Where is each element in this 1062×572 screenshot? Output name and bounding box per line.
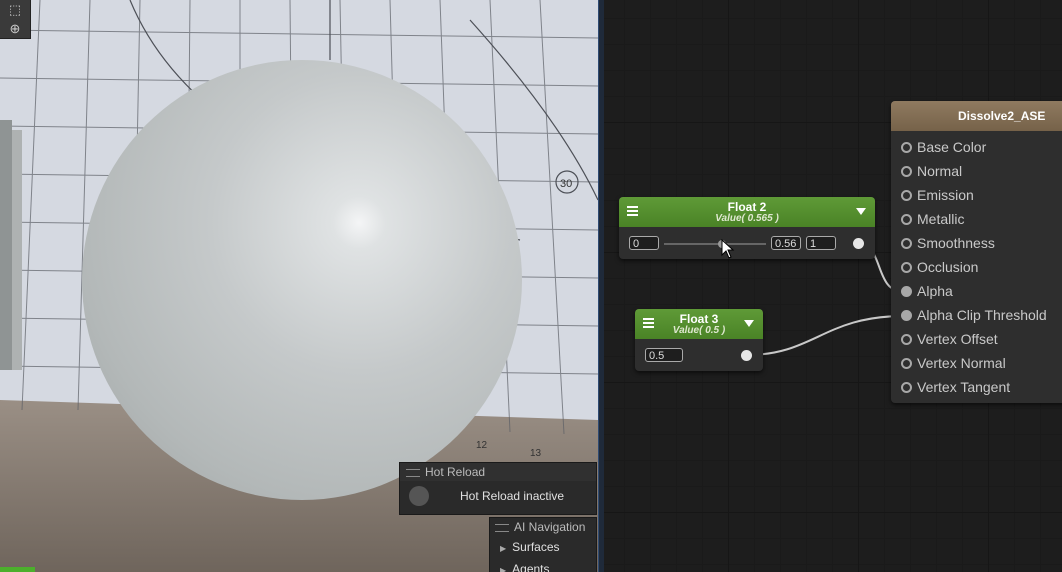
- port-alpha-clip-threshold[interactable]: Alpha Clip Threshold: [891, 303, 1062, 327]
- input-pin-icon[interactable]: [901, 262, 912, 273]
- ai-navigation-header[interactable]: AI Navigation: [490, 518, 596, 536]
- progress-bar: [0, 567, 35, 572]
- float2-slider-track[interactable]: [664, 243, 766, 245]
- input-pin-icon[interactable]: [901, 238, 912, 249]
- port-label: Emission: [917, 187, 974, 203]
- float2-value-field[interactable]: 0.56: [771, 236, 801, 250]
- ai-navigation-overlay: AI Navigation ▶ Surfaces ▶ Agents: [489, 517, 597, 572]
- float2-title: Float 2: [727, 200, 767, 214]
- port-alpha[interactable]: Alpha: [891, 279, 1062, 303]
- grip-icon: [406, 468, 420, 477]
- input-pin-icon[interactable]: [901, 166, 912, 177]
- hot-reload-title: Hot Reload: [425, 465, 486, 479]
- hot-reload-overlay: Hot Reload Hot Reload inactive: [399, 462, 597, 515]
- port-label: Occlusion: [917, 259, 979, 275]
- float3-value-field[interactable]: 0.5: [645, 348, 683, 362]
- float2-max-field[interactable]: 1: [806, 236, 836, 250]
- ai-nav-item-surfaces[interactable]: ▶ Surfaces: [490, 536, 596, 558]
- port-base-color[interactable]: Base Color: [891, 135, 1062, 159]
- port-smoothness[interactable]: Smoothness: [891, 231, 1062, 255]
- input-pin-icon[interactable]: [901, 142, 912, 153]
- rect-select-icon[interactable]: ⬚: [0, 0, 30, 19]
- port-vertex-normal[interactable]: Vertex Normal: [891, 351, 1062, 375]
- overlay-number-13: 13: [530, 448, 542, 459]
- expand-triangle-icon: ▶: [500, 566, 507, 572]
- hamburger-menu-icon[interactable]: [627, 206, 638, 216]
- overlay-number-12: 12: [476, 440, 488, 451]
- port-label: Alpha Clip Threshold: [917, 307, 1047, 323]
- port-label: Alpha: [917, 283, 953, 299]
- input-pin-icon[interactable]: [901, 382, 912, 393]
- collapse-arrow-icon[interactable]: [744, 320, 754, 327]
- input-pin-icon[interactable]: [901, 214, 912, 225]
- float2-node[interactable]: Float 2 Value( 0.565 ) 0 0.56 1: [619, 197, 875, 259]
- port-normal[interactable]: Normal: [891, 159, 1062, 183]
- float2-node-header[interactable]: Float 2 Value( 0.565 ): [619, 197, 875, 227]
- port-vertex-offset[interactable]: Vertex Offset: [891, 327, 1062, 351]
- ai-nav-item-agents[interactable]: ▶ Agents: [490, 558, 596, 572]
- scene-tool-strip: ⬚ ⊕: [0, 0, 31, 39]
- master-node-title[interactable]: Dissolve2_ASE: [891, 101, 1062, 131]
- port-label: Vertex Tangent: [917, 379, 1011, 395]
- input-pin-icon[interactable]: [901, 190, 912, 201]
- float3-node[interactable]: Float 3 Value( 0.5 ) 0.5: [635, 309, 763, 371]
- input-pin-icon[interactable]: [901, 358, 912, 369]
- float2-min-field[interactable]: 0: [629, 236, 659, 250]
- hamburger-menu-icon[interactable]: [643, 318, 654, 328]
- collapse-arrow-icon[interactable]: [856, 208, 866, 215]
- float3-node-header[interactable]: Float 3 Value( 0.5 ): [635, 309, 763, 339]
- expand-triangle-icon: ▶: [500, 544, 507, 553]
- input-pin-icon[interactable]: [901, 310, 912, 321]
- port-label: Base Color: [917, 139, 987, 155]
- mouse-cursor-icon: [721, 239, 735, 259]
- port-label: Vertex Offset: [917, 331, 998, 347]
- grid-snap-icon[interactable]: ⊕: [0, 19, 30, 38]
- port-emission[interactable]: Emission: [891, 183, 1062, 207]
- port-vertex-tangent[interactable]: Vertex Tangent: [891, 375, 1062, 399]
- hot-reload-status: Hot Reload inactive: [460, 489, 565, 503]
- port-label: Smoothness: [917, 235, 995, 251]
- grip-icon: [495, 523, 509, 532]
- ai-nav-item-label: Agents: [512, 562, 550, 572]
- ai-nav-item-label: Surfaces: [512, 540, 560, 554]
- port-label: Normal: [917, 163, 963, 179]
- float3-output-pin[interactable]: [741, 350, 752, 361]
- sphere-object[interactable]: [82, 60, 522, 500]
- input-pin-icon[interactable]: [901, 334, 912, 345]
- ai-navigation-title: AI Navigation: [514, 520, 586, 534]
- master-output-node[interactable]: Dissolve2_ASE Base Color Normal Emission…: [891, 101, 1062, 403]
- overlay-number-30: 30: [560, 178, 572, 190]
- wire-float3-to-alpha-clip: [746, 315, 905, 356]
- scene-viewport[interactable]: 30 12 13 ⬚ ⊕ Hot Reload Hot Reload inact…: [0, 0, 598, 572]
- float2-subtitle: Value( 0.565 ): [715, 213, 779, 224]
- input-pin-icon[interactable]: [901, 286, 912, 297]
- shader-graph-canvas[interactable]: Float 2 Value( 0.565 ) 0 0.56 1 Float 3 …: [604, 0, 1062, 572]
- port-occlusion[interactable]: Occlusion: [891, 255, 1062, 279]
- float2-output-pin[interactable]: [853, 238, 864, 249]
- port-label: Vertex Normal: [917, 355, 1006, 371]
- port-label: Metallic: [917, 211, 965, 227]
- status-indicator-icon: [409, 486, 429, 506]
- port-metallic[interactable]: Metallic: [891, 207, 1062, 231]
- hot-reload-header[interactable]: Hot Reload: [400, 463, 596, 481]
